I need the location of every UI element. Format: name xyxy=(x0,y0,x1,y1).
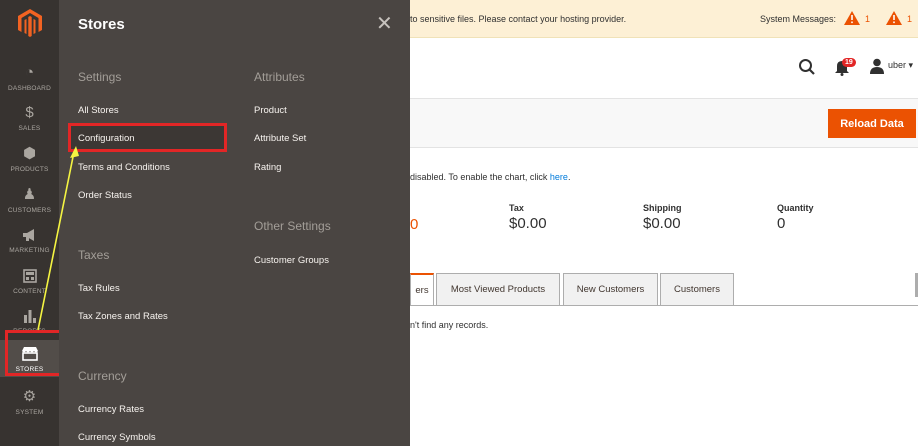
empty-records-message: n't find any records. xyxy=(410,320,489,330)
nav-label: CUSTOMERS xyxy=(7,207,52,214)
nav-content[interactable]: CONTENT xyxy=(0,261,59,301)
page-actions-bar: Reload Data xyxy=(410,98,918,148)
nav-label: MARKETING xyxy=(9,247,50,254)
tab-bestsellers[interactable]: ers xyxy=(410,273,434,305)
link-order-status[interactable]: Order Status xyxy=(78,190,132,201)
link-tax-zones-and-rates[interactable]: Tax Zones and Rates xyxy=(78,311,168,322)
chart-disabled-note: disabled. To enable the chart, click her… xyxy=(410,172,570,182)
tab-new-customers[interactable]: New Customers xyxy=(563,273,658,305)
warning-icon[interactable] xyxy=(886,11,902,25)
stat-value: $0.00 xyxy=(509,215,547,232)
close-icon[interactable]: ✕ xyxy=(376,11,393,36)
warning-count: 1 xyxy=(865,14,871,24)
nav-label: SYSTEM xyxy=(15,409,44,416)
warning-count: 1 xyxy=(907,14,913,24)
stat-value: $0.00 xyxy=(643,215,681,232)
reload-data-button[interactable]: Reload Data xyxy=(828,109,916,138)
group-heading-currency: Currency xyxy=(78,369,127,383)
nav-marketing[interactable]: MARKETING xyxy=(0,220,59,260)
chart-note-suffix: . xyxy=(567,172,571,182)
page-header: 19 uber ▾ xyxy=(410,38,918,98)
warning-icon[interactable] xyxy=(844,11,860,25)
stat-value: 0 xyxy=(777,215,786,232)
revenue-value-partial: 0 xyxy=(410,216,419,233)
nav-label: SALES xyxy=(18,125,41,132)
stat-label: Tax xyxy=(509,203,524,213)
stat-shipping: Shipping $0.00 xyxy=(643,203,682,232)
link-all-stores[interactable]: All Stores xyxy=(78,105,119,116)
enable-chart-link[interactable]: here xyxy=(550,172,568,182)
nav-system[interactable]: ⚙ SYSTEM xyxy=(0,382,59,422)
magento-logo[interactable] xyxy=(0,0,59,46)
link-customer-groups[interactable]: Customer Groups xyxy=(254,255,329,266)
tab-customers[interactable]: Customers xyxy=(660,273,734,305)
user-menu[interactable]: uber ▾ xyxy=(888,60,913,71)
link-tax-rules[interactable]: Tax Rules xyxy=(78,283,120,294)
stat-tax: Tax $0.00 xyxy=(509,203,547,232)
group-heading-taxes: Taxes xyxy=(78,248,110,262)
layout-icon xyxy=(22,267,37,285)
search-icon[interactable] xyxy=(798,58,816,76)
stat-quantity: Quantity 0 xyxy=(777,203,814,232)
stat-label: Quantity xyxy=(777,203,814,213)
notification-badge: 19 xyxy=(842,58,856,67)
cube-icon: ⬢ xyxy=(22,145,37,162)
nav-dashboard[interactable]: ◔ DASHBOARD xyxy=(0,58,59,98)
nav-customers[interactable]: ♟ CUSTOMERS xyxy=(0,180,59,220)
link-currency-rates[interactable]: Currency Rates xyxy=(78,404,144,415)
link-configuration[interactable]: Configuration xyxy=(78,133,135,144)
dollar-icon: $ xyxy=(25,104,34,121)
link-terms-and-conditions[interactable]: Terms and Conditions xyxy=(78,162,170,173)
magento-logo-icon xyxy=(17,9,42,37)
nav-label: CONTENT xyxy=(13,288,46,295)
link-currency-symbols[interactable]: Currency Symbols xyxy=(78,432,156,443)
nav-products[interactable]: ⬢ PRODUCTS xyxy=(0,139,59,179)
nav-sales[interactable]: $ SALES xyxy=(0,98,59,138)
flyout-title: Stores xyxy=(78,16,125,33)
system-notice-bar: to sensitive files. Please contact your … xyxy=(410,0,918,38)
group-heading-attributes: Attributes xyxy=(254,70,305,84)
link-attribute-set[interactable]: Attribute Set xyxy=(254,133,306,144)
gear-icon: ⚙ xyxy=(22,388,37,405)
dashboard-tabs: ers Most Viewed Products New Customers C… xyxy=(410,273,918,306)
megaphone-icon xyxy=(22,226,38,244)
chart-note-text: disabled. To enable the chart, click xyxy=(410,172,550,182)
tab-most-viewed-products[interactable]: Most Viewed Products xyxy=(436,273,560,305)
nav-label: PRODUCTS xyxy=(10,166,49,173)
stat-label: Shipping xyxy=(643,203,682,213)
system-messages-label[interactable]: System Messages: xyxy=(760,14,836,24)
stores-flyout: Stores ✕ Settings All Stores Configurati… xyxy=(59,0,410,446)
admin-sidebar: ◔ DASHBOARD $ SALES ⬢ PRODUCTS ♟ CUSTOME… xyxy=(0,0,59,446)
link-rating[interactable]: Rating xyxy=(254,162,281,173)
user-icon[interactable] xyxy=(870,58,884,74)
group-heading-other-settings: Other Settings xyxy=(254,219,331,233)
notice-text: to sensitive files. Please contact your … xyxy=(410,14,627,24)
dashboard-icon: ◔ xyxy=(24,64,35,81)
link-product[interactable]: Product xyxy=(254,105,287,116)
nav-label: DASHBOARD xyxy=(8,85,51,92)
person-icon: ♟ xyxy=(22,186,37,203)
group-heading-settings: Settings xyxy=(78,70,122,84)
bar-chart-icon xyxy=(23,307,37,325)
